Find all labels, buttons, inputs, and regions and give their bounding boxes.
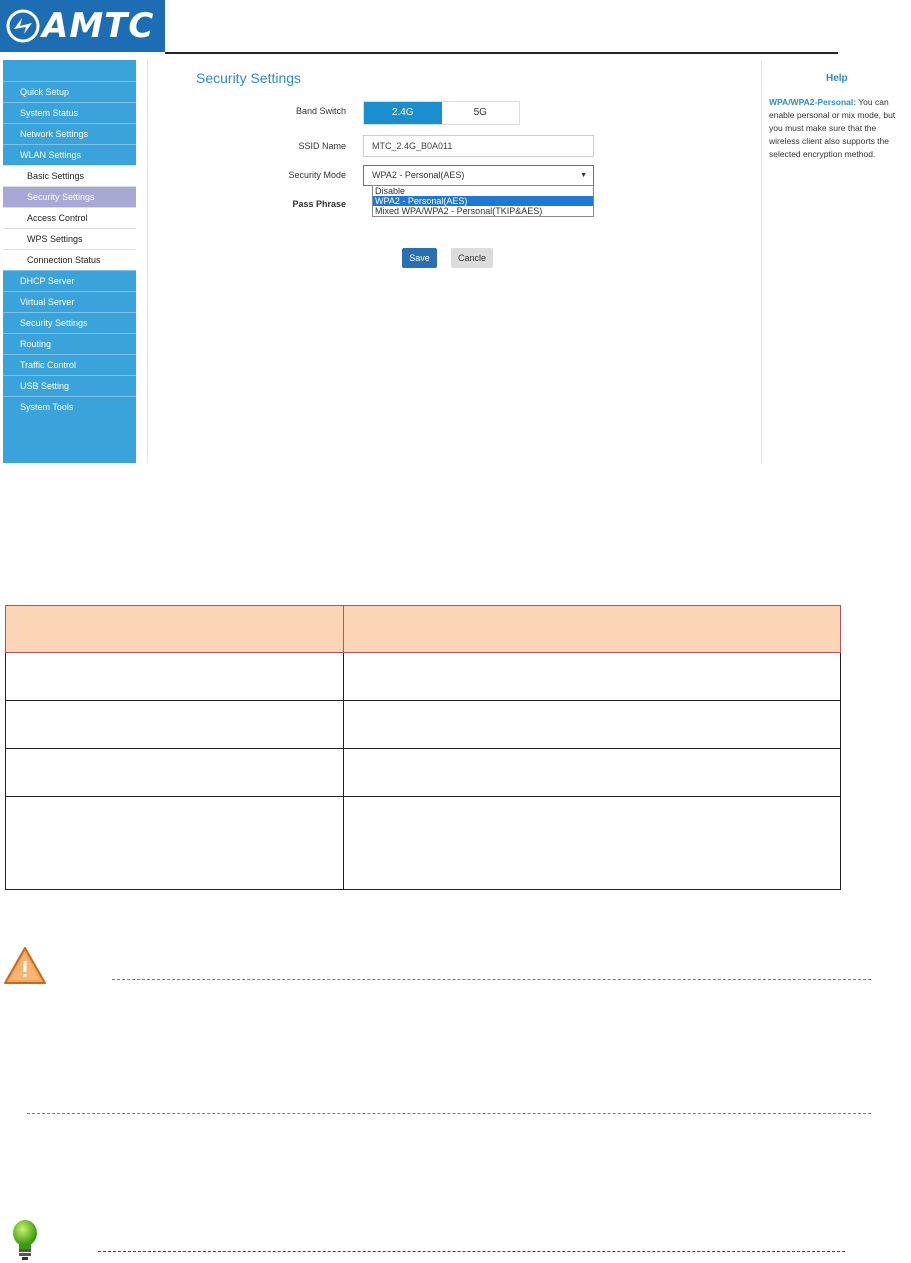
chevron-down-icon: ▼ [580, 172, 587, 179]
option-wpa2-personal[interactable]: WPA2 - Personal(AES) [373, 196, 593, 206]
parameter-table [5, 605, 841, 890]
table-cell [343, 652, 841, 701]
help-title: Help [826, 73, 848, 84]
table-row [5, 700, 841, 749]
help-left-border [761, 60, 762, 463]
table-cell [343, 748, 841, 797]
table-cell [5, 700, 344, 749]
security-mode-value: WPA2 - Personal(AES) [372, 170, 465, 180]
table-cell [343, 796, 841, 890]
sidebar-item-basic-settings[interactable]: Basic Settings [3, 165, 136, 186]
help-text: WPA/WPA2-Personal: You can enable person… [769, 96, 897, 161]
ssid-label: SSID Name [298, 141, 346, 151]
table-cell [5, 652, 344, 701]
sidebar-item-system-status[interactable]: System Status [3, 102, 136, 123]
sidebar-item-usb-setting[interactable]: USB Setting [3, 375, 136, 396]
pass-phrase-label: Pass Phrase [292, 199, 346, 209]
sidebar-item-routing[interactable]: Routing [3, 333, 136, 354]
sidebar-item-security-settings[interactable]: Security Settings [3, 186, 136, 207]
band-2-4g-button[interactable]: 2.4G [364, 102, 442, 124]
ssid-input[interactable]: MTC_2.4G_B0A011 [363, 135, 594, 157]
lightbulb-icon [13, 1220, 37, 1260]
sidebar-item-dhcp-server[interactable]: DHCP Server [3, 270, 136, 291]
sidebar-item-quick-setup[interactable]: Quick Setup [3, 81, 136, 102]
sidebar-item-system-tools[interactable]: System Tools [3, 396, 136, 417]
sidebar-nav: Quick Setup System Status Network Settings… [3, 60, 136, 463]
table-header-cell [5, 605, 344, 653]
band-switch: 2.4G 5G [363, 101, 520, 125]
table-row [5, 652, 841, 701]
sidebar-item-virtual-server[interactable]: Virtual Server [3, 291, 136, 312]
security-mode-dropdown: Disable WPA2 - Personal(AES) Mixed WPA/W… [372, 185, 594, 217]
sidebar-item-wps-settings[interactable]: WPS Settings [3, 228, 136, 249]
sidebar-item-wlan-settings[interactable]: WLAN Settings [3, 144, 136, 165]
table-row [5, 748, 841, 797]
band-5g-button[interactable]: 5G [441, 102, 519, 124]
logo-text: AMTC [42, 6, 155, 46]
page-title: Security Settings [196, 70, 302, 86]
sidebar-item-security-settings[interactable]: Security Settings [3, 312, 136, 333]
option-mixed-wpa-wpa2[interactable]: Mixed WPA/WPA2 - Personal(TKIP&AES) [373, 206, 593, 216]
table-cell [343, 700, 841, 749]
security-mode-select[interactable]: WPA2 - Personal(AES) ▼ [363, 165, 594, 186]
cancel-button[interactable]: Cancle [451, 248, 493, 268]
warning-bottom-divider [27, 1113, 871, 1114]
option-disable[interactable]: Disable [373, 186, 593, 196]
content-left-border [147, 60, 148, 463]
logo-icon [6, 9, 40, 43]
table-header-row [5, 605, 841, 653]
sidebar-item-access-control[interactable]: Access Control [3, 207, 136, 228]
sidebar-item-traffic-control[interactable]: Traffic Control [3, 354, 136, 375]
warning-triangle-icon [4, 947, 46, 984]
table-cell [5, 748, 344, 797]
header-divider [165, 52, 838, 54]
band-switch-label: Band Switch [295, 106, 346, 116]
table-cell [5, 796, 344, 890]
help-term: WPA/WPA2-Personal: [769, 97, 857, 107]
tip-divider [98, 1251, 845, 1252]
warning-top-divider [112, 979, 871, 980]
save-button[interactable]: Save [402, 248, 437, 268]
table-header-cell [343, 605, 841, 653]
brand-logo: AMTC [0, 0, 165, 52]
sidebar-item-network-settings[interactable]: Network Settings [3, 123, 136, 144]
security-mode-label: Security Mode [288, 170, 346, 180]
table-row [5, 796, 841, 890]
sidebar-item-connection-status[interactable]: Connection Status [3, 249, 136, 270]
